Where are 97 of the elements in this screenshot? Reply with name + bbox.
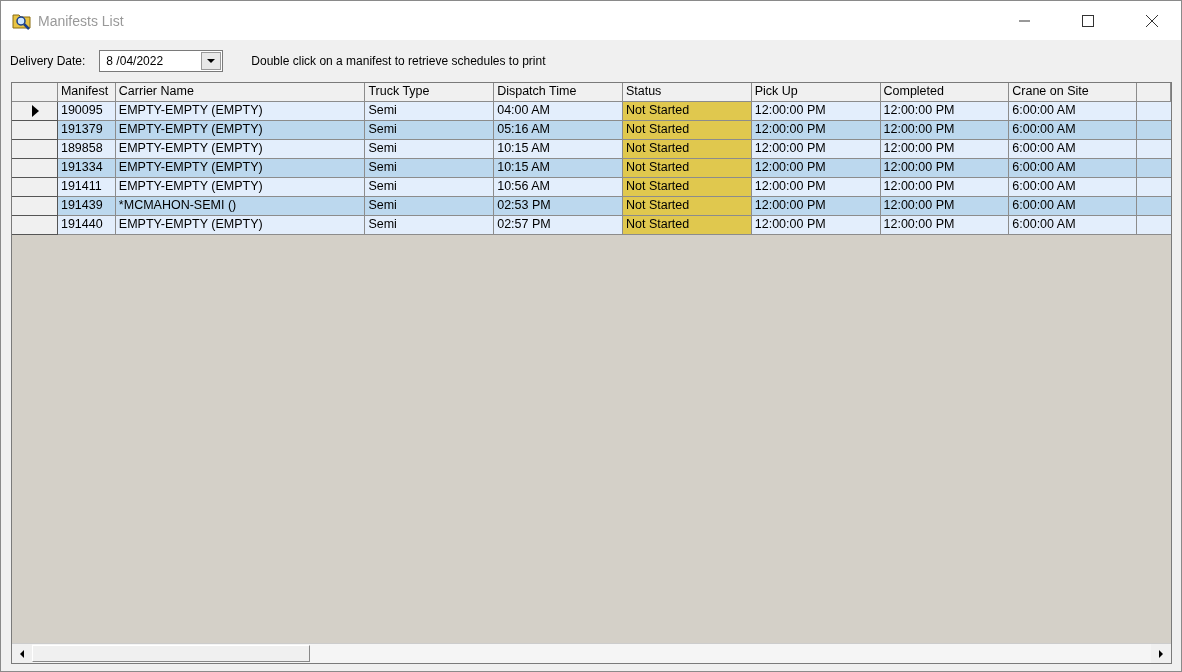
minimize-icon <box>1018 19 1030 22</box>
table-cell: 12:00:00 PM <box>751 102 881 121</box>
table-cell: 6:00:00 AM <box>1009 121 1138 140</box>
filler-cell <box>1137 121 1172 140</box>
scroll-left-button[interactable] <box>12 644 32 663</box>
filler-cell <box>1137 197 1172 216</box>
table-cell: 6:00:00 AM <box>1009 216 1138 235</box>
column-header[interactable]: Status <box>622 83 752 102</box>
table-cell: Semi <box>365 102 495 121</box>
scroll-right-button[interactable] <box>1151 644 1171 663</box>
table-cell: 12:00:00 PM <box>880 140 1010 159</box>
scrollbar-thumb[interactable] <box>32 645 310 662</box>
corner-header <box>12 83 58 102</box>
table-cell: 6:00:00 AM <box>1009 178 1138 197</box>
table-cell: 12:00:00 PM <box>751 121 881 140</box>
status-cell: Not Started <box>622 197 752 216</box>
column-header[interactable]: Manifest <box>57 83 116 102</box>
window-title: Manifests List <box>38 12 125 29</box>
delivery-date-label: Delivery Date: <box>10 54 86 68</box>
table-cell: EMPTY-EMPTY (EMPTY) <box>115 178 366 197</box>
row-header[interactable] <box>12 216 58 235</box>
row-header[interactable] <box>12 121 58 140</box>
column-header[interactable]: Carrier Name <box>115 83 366 102</box>
table-cell: EMPTY-EMPTY (EMPTY) <box>115 102 366 121</box>
right-arrow-icon <box>1159 649 1163 658</box>
table-cell: 12:00:00 PM <box>751 197 881 216</box>
table-cell: 12:00:00 PM <box>751 216 881 235</box>
table-cell: Semi <box>365 121 495 140</box>
table-cell: Semi <box>365 197 495 216</box>
row-header[interactable] <box>12 178 58 197</box>
status-cell: Not Started <box>622 121 752 140</box>
table-cell: 191379 <box>57 121 116 140</box>
table-cell: 12:00:00 PM <box>751 159 881 178</box>
table-cell: 12:00:00 PM <box>751 140 881 159</box>
table-cell: 02:57 PM <box>494 216 623 235</box>
column-header[interactable]: Pick Up <box>751 83 881 102</box>
folder-magnifier-icon <box>12 11 32 30</box>
table-cell: Semi <box>365 140 495 159</box>
maximize-icon <box>1082 14 1094 27</box>
status-cell: Not Started <box>622 102 752 121</box>
table-cell: 05:16 AM <box>494 121 623 140</box>
caret-icon <box>207 59 216 63</box>
table-cell: 02:53 PM <box>494 197 623 216</box>
filler-cell <box>1137 216 1172 235</box>
table-cell: EMPTY-EMPTY (EMPTY) <box>115 159 366 178</box>
status-cell: Not Started <box>622 216 752 235</box>
table-cell: EMPTY-EMPTY (EMPTY) <box>115 121 366 140</box>
row-header[interactable] <box>12 159 58 178</box>
current-row-icon <box>32 105 39 117</box>
column-header[interactable]: Truck Type <box>365 83 495 102</box>
table-cell: 04:00 AM <box>494 102 623 121</box>
table-cell: 189858 <box>57 140 116 159</box>
table-cell: Semi <box>365 178 495 197</box>
table-cell: 191334 <box>57 159 116 178</box>
row-header[interactable] <box>12 140 58 159</box>
table-cell: 190095 <box>57 102 116 121</box>
table-cell: 191440 <box>57 216 116 235</box>
table-cell: 10:15 AM <box>494 140 623 159</box>
table-cell: 12:00:00 PM <box>880 216 1010 235</box>
filler-cell <box>1137 140 1172 159</box>
status-cell: Not Started <box>622 140 752 159</box>
close-icon <box>1146 14 1158 27</box>
dropdown-button[interactable] <box>201 52 222 70</box>
date-value: 8 /04/2022 <box>105 54 165 68</box>
table-cell: EMPTY-EMPTY (EMPTY) <box>115 216 366 235</box>
table-cell: EMPTY-EMPTY (EMPTY) <box>115 140 366 159</box>
table-cell: 191439 <box>57 197 116 216</box>
table-cell: 12:00:00 PM <box>751 178 881 197</box>
table-cell: 6:00:00 AM <box>1009 159 1138 178</box>
table-cell: 6:00:00 AM <box>1009 102 1138 121</box>
filler-cell <box>1137 178 1172 197</box>
left-arrow-icon <box>20 649 24 658</box>
filler-cell <box>1137 159 1172 178</box>
column-header[interactable]: Crane on Site <box>1009 83 1138 102</box>
table-cell: 191411 <box>57 178 116 197</box>
table-cell: 6:00:00 AM <box>1009 197 1138 216</box>
table-cell: 12:00:00 PM <box>880 197 1010 216</box>
table-cell: 12:00:00 PM <box>880 121 1010 140</box>
table-cell: Semi <box>365 216 495 235</box>
table-cell: *MCMAHON-SEMI () <box>115 197 366 216</box>
table-cell: 6:00:00 AM <box>1009 140 1138 159</box>
table-cell: 12:00:00 PM <box>880 178 1010 197</box>
date-dropdown[interactable]: 8 /04/2022 <box>99 50 224 72</box>
table-cell: 12:00:00 PM <box>880 102 1010 121</box>
instruction-text: Double click on a manifest to retrieve schedules to print <box>251 54 546 68</box>
row-header[interactable] <box>12 197 58 216</box>
status-cell: Not Started <box>622 178 752 197</box>
table-cell: 12:00:00 PM <box>880 159 1010 178</box>
table-cell: Semi <box>365 159 495 178</box>
column-header[interactable]: Dispatch Time <box>494 83 623 102</box>
filler-cell <box>1137 102 1172 121</box>
status-cell: Not Started <box>622 159 752 178</box>
column-header[interactable]: Completed <box>880 83 1010 102</box>
row-header[interactable] <box>12 102 58 121</box>
table-cell: 10:15 AM <box>494 159 623 178</box>
table-cell: 10:56 AM <box>494 178 623 197</box>
horizontal-scrollbar[interactable] <box>12 643 1171 663</box>
